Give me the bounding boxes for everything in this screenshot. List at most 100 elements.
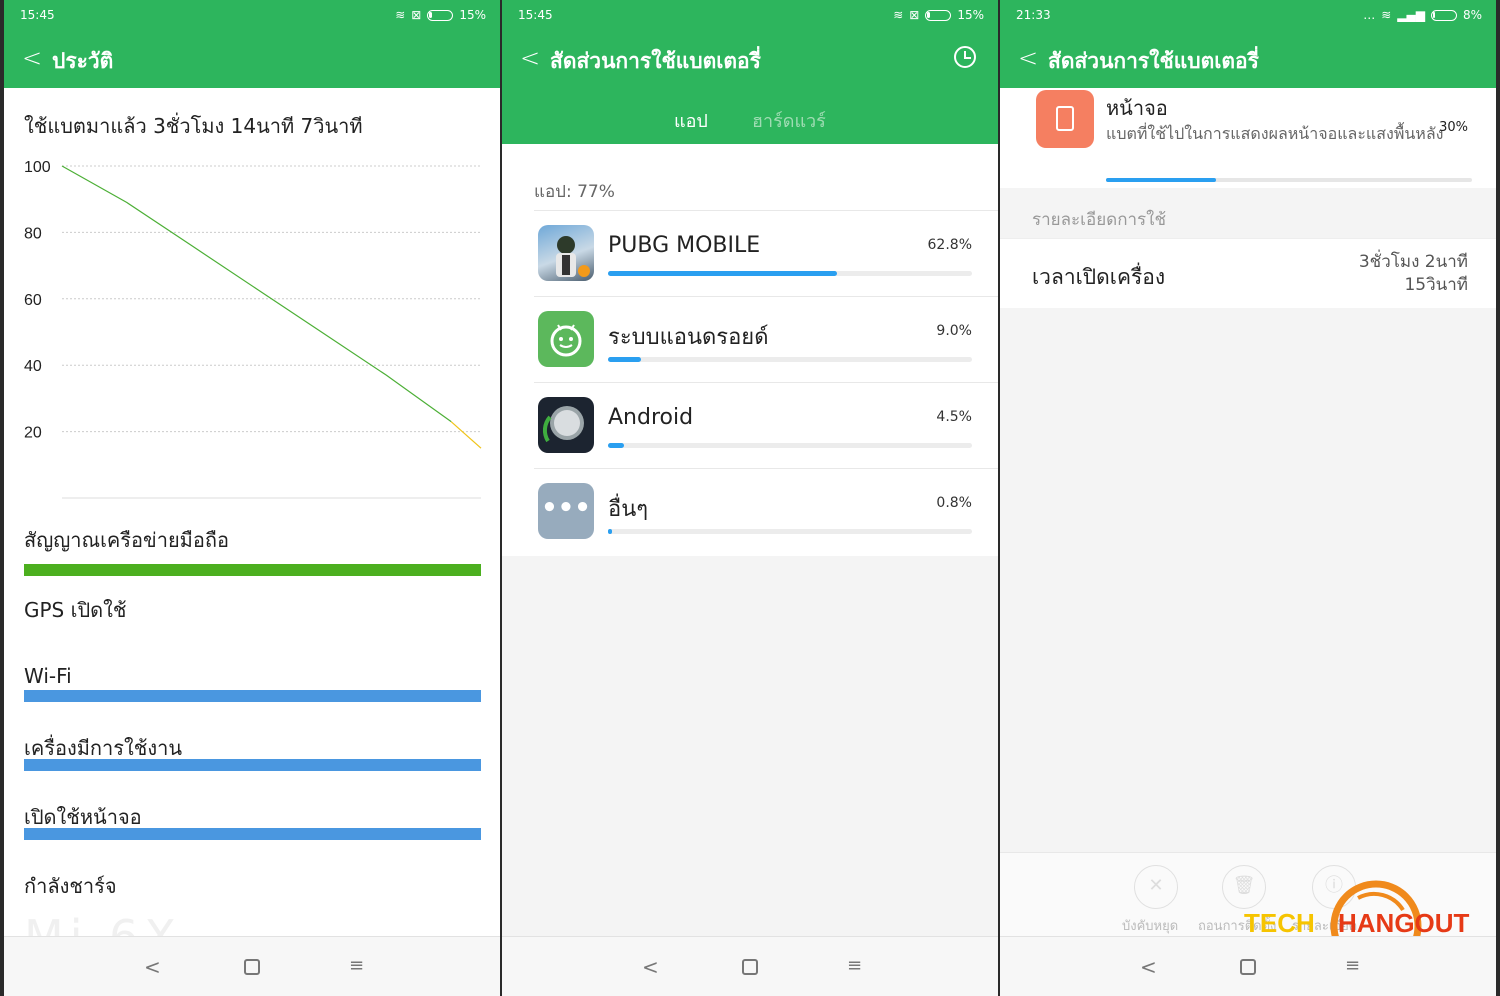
detail-value-line2: 15วินาที bbox=[1404, 275, 1468, 295]
screen-on-bar bbox=[24, 828, 481, 840]
nav-menu-icon[interactable]: ≡ bbox=[1345, 955, 1360, 976]
battery-icon bbox=[427, 9, 454, 21]
battery-percent: 15% bbox=[459, 8, 486, 22]
app-percent: 62.8% bbox=[927, 237, 972, 253]
battery-percent: 15% bbox=[957, 8, 984, 22]
usage-track bbox=[608, 357, 972, 362]
detail-value: 3ชั่วโมง 2นาที 15วินาที bbox=[1359, 251, 1468, 297]
battery-chart: 100 80 60 40 20 bbox=[24, 159, 482, 499]
nav-back-icon[interactable]: < bbox=[1140, 955, 1157, 979]
y-tick-label: 20 bbox=[24, 425, 42, 442]
screen-item-card: หน้าจอ แบตที่ใช้ไปในการแสดงผลหน้าจอและแส… bbox=[1000, 88, 1496, 188]
app-name: Android bbox=[608, 405, 694, 430]
battery-icon bbox=[1430, 9, 1457, 21]
battery-percent: 8% bbox=[1462, 8, 1482, 22]
back-icon[interactable]: < bbox=[520, 44, 540, 72]
app-percent: 9.0% bbox=[936, 323, 972, 339]
detail-section-label: รายละเอียดการใช้ bbox=[1032, 210, 1167, 230]
battery-line-low bbox=[450, 421, 482, 449]
usage-fill bbox=[608, 529, 612, 534]
back-icon[interactable]: < bbox=[22, 44, 42, 72]
label-wifi: Wi-Fi bbox=[24, 664, 72, 688]
status-time: 21:33 bbox=[1016, 8, 1051, 22]
nav-back-icon[interactable]: < bbox=[144, 955, 161, 979]
item-name: หน้าจอ bbox=[1106, 96, 1168, 120]
app-usage-list: แอป: 77% PUBG MOBILE 62.8% ระบบแอนดรอยด์… bbox=[502, 144, 998, 556]
signal-bar bbox=[24, 564, 481, 576]
usage-fill bbox=[608, 443, 625, 448]
list-item[interactable]: ระบบแอนดรอยด์ 9.0% bbox=[534, 296, 998, 382]
usage-fill bbox=[1106, 178, 1216, 182]
nav-menu-icon[interactable]: ≡ bbox=[847, 955, 862, 976]
usage-fill bbox=[608, 271, 837, 276]
more-dots-icon: … bbox=[1363, 8, 1376, 22]
usage-track bbox=[608, 529, 972, 534]
battery-line-normal bbox=[61, 165, 452, 423]
nav-menu-icon[interactable]: ≡ bbox=[349, 955, 364, 976]
wifi-icon: ≋ bbox=[893, 8, 904, 22]
app-name: ระบบแอนดรอยด์ bbox=[608, 325, 769, 350]
tab-app[interactable]: แอป bbox=[674, 106, 708, 135]
status-bar: 15:45 ≋ ⊠ 15% bbox=[502, 0, 998, 30]
app-header: < ประวัติ bbox=[4, 30, 500, 88]
screen-icon bbox=[1036, 90, 1094, 148]
item-description: แบตที่ใช้ไปในการแสดงผลหน้าจอและแสงพื้นหล… bbox=[1106, 124, 1444, 143]
more-icon: ••• bbox=[538, 483, 594, 539]
item-percent: 30% bbox=[1439, 120, 1468, 135]
app-total-label: แอป: 77% bbox=[534, 182, 615, 202]
signal-icon: ▂▄▆ bbox=[1397, 8, 1425, 22]
y-tick-label: 100 bbox=[24, 159, 51, 176]
nav-bar: < ≡ bbox=[4, 936, 500, 996]
app-name: อื่นๆ bbox=[608, 497, 649, 522]
usage-track bbox=[608, 271, 972, 276]
app-percent: 4.5% bbox=[936, 409, 972, 425]
page-title: สัดส่วนการใช้แบตเตอรี่ bbox=[1048, 49, 1259, 73]
force-stop-label: บังคับหยุด bbox=[1122, 919, 1179, 934]
back-icon[interactable]: < bbox=[1018, 44, 1038, 72]
history-clock-icon[interactable] bbox=[954, 46, 976, 68]
app-header: < สัดส่วนการใช้แบตเตอรี่ bbox=[502, 30, 998, 88]
status-time: 15:45 bbox=[20, 8, 55, 22]
sim-icon: ⊠ bbox=[411, 8, 422, 22]
list-item[interactable]: ••• อื่นๆ 0.8% bbox=[534, 468, 998, 554]
list-item[interactable]: PUBG MOBILE 62.8% bbox=[534, 210, 998, 296]
wifi-icon: ≋ bbox=[1381, 8, 1392, 22]
usage-duration: ใช้แบตมาแล้ว 3ชั่วโมง 14นาที 7วินาที bbox=[24, 114, 363, 138]
label-signal: สัญญาณเครือข่ายมือถือ bbox=[24, 528, 229, 552]
detail-key: เวลาเปิดเครื่อง bbox=[1032, 265, 1166, 289]
app-name: PUBG MOBILE bbox=[608, 233, 761, 258]
nav-home-icon[interactable] bbox=[244, 959, 260, 975]
y-tick-label: 40 bbox=[24, 358, 42, 375]
battery-icon bbox=[925, 9, 952, 21]
android-app-icon bbox=[538, 397, 594, 453]
usage-track bbox=[1106, 178, 1472, 182]
y-tick-label: 60 bbox=[24, 292, 42, 309]
tab-hardware[interactable]: ฮาร์ดแวร์ bbox=[752, 106, 826, 135]
usage-track bbox=[608, 443, 972, 448]
nav-bar: < ≡ bbox=[1000, 936, 1496, 996]
nav-bar: < ≡ bbox=[502, 936, 998, 996]
wifi-bar bbox=[24, 690, 481, 702]
logo-hangout-text: HANGOUT bbox=[1338, 908, 1470, 938]
page-title: ประวัติ bbox=[52, 49, 114, 73]
history-content: ใช้แบตมาแล้ว 3ชั่วโมง 14นาที 7วินาที 100… bbox=[4, 88, 500, 936]
sim-icon: ⊠ bbox=[909, 8, 920, 22]
wifi-icon: ≋ bbox=[395, 8, 406, 22]
page-title: สัดส่วนการใช้แบตเตอรี่ bbox=[550, 49, 761, 73]
history-screen: 15:45 ≋ ⊠ 15% < ประวัติ ใช้แบตมาแล้ว 3ชั่ว… bbox=[4, 0, 500, 996]
label-charging: กำลังชาร์จ bbox=[24, 874, 117, 898]
pubg-icon bbox=[538, 225, 594, 281]
nav-back-icon[interactable]: < bbox=[642, 955, 659, 979]
app-percent: 0.8% bbox=[936, 495, 972, 511]
list-item[interactable]: Android 4.5% bbox=[534, 382, 998, 468]
active-bar bbox=[24, 759, 481, 771]
status-bar: 21:33 … ≋ ▂▄▆ 8% bbox=[1000, 0, 1496, 30]
y-tick-label: 80 bbox=[24, 225, 42, 242]
label-gps: GPS เปิดใช้ bbox=[24, 598, 127, 622]
nav-home-icon[interactable] bbox=[1240, 959, 1256, 975]
android-system-icon bbox=[538, 311, 594, 367]
detail-row: เวลาเปิดเครื่อง 3ชั่วโมง 2นาที 15วินาที bbox=[1000, 238, 1496, 308]
nav-home-icon[interactable] bbox=[742, 959, 758, 975]
force-stop-button[interactable]: ✕ bbox=[1134, 865, 1178, 909]
battery-usage-screen: 15:45 ≋ ⊠ 15% < สัดส่วนการใช้แบตเตอรี่ แอป… bbox=[502, 0, 998, 996]
